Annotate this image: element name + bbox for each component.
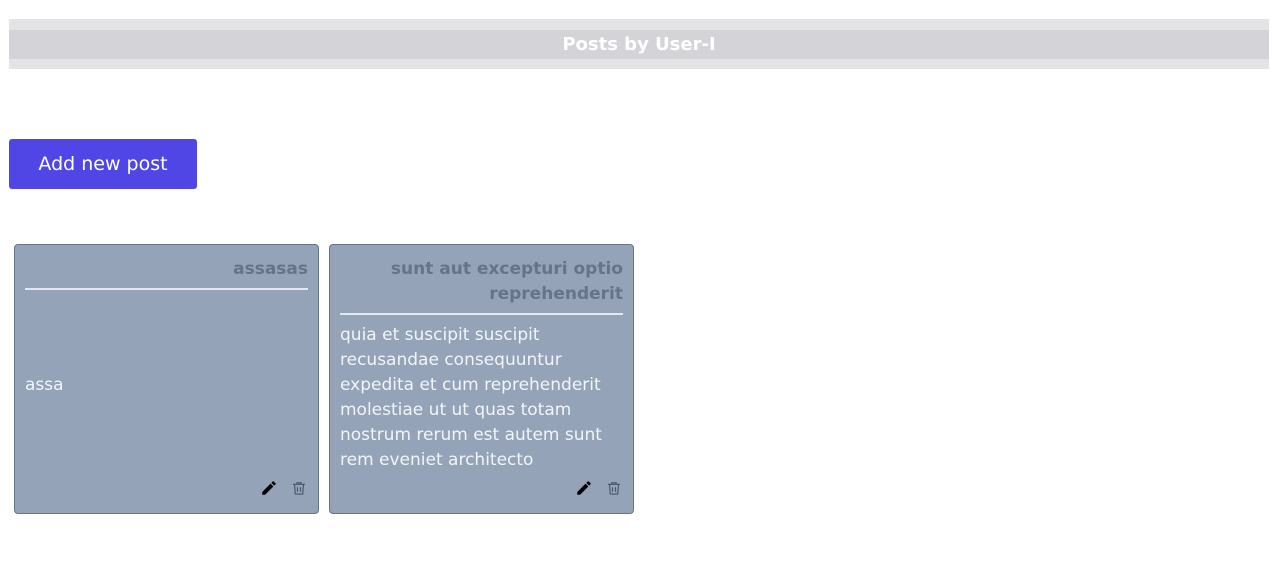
pencil-icon[interactable] [575,479,593,497]
page-header: Posts by User-I [9,19,1269,69]
post-card: sunt aut excepturi optio reprehenderit q… [329,244,634,514]
post-card: assasas assa [14,244,319,514]
post-actions [575,479,623,497]
page-title: Posts by User-I [9,30,1269,59]
add-new-post-button[interactable]: Add new post [9,139,197,189]
trash-icon[interactable] [290,479,308,497]
pencil-icon[interactable] [260,479,278,497]
post-title: sunt aut excepturi optio reprehenderit [340,257,623,315]
post-title: assasas [25,257,308,290]
post-body: quia et suscipit suscipit recusandae con… [340,325,602,470]
post-body: assa [25,375,64,395]
post-actions [260,479,308,497]
trash-icon[interactable] [605,479,623,497]
